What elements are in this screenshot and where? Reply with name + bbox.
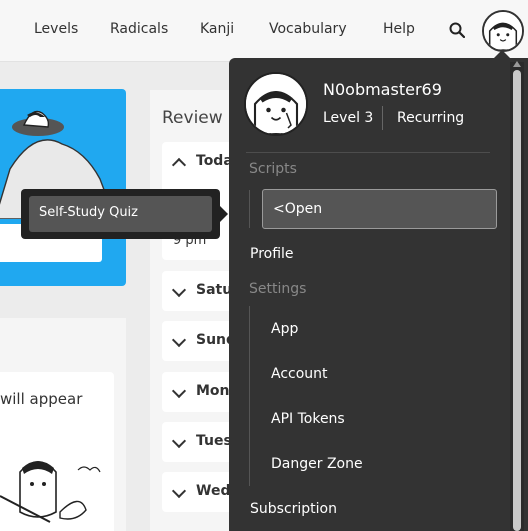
review-forecast-heading: Review F (162, 108, 238, 128)
dropdown-separator (246, 152, 490, 153)
nav-help[interactable]: Help (383, 21, 415, 37)
dropdown-username: N0obmaster69 (323, 80, 442, 99)
settings-api-tokens-link[interactable]: API Tokens (271, 411, 345, 427)
avatar-crabigator-icon (484, 12, 522, 50)
chevron-down-icon (171, 383, 187, 399)
settings-account-link[interactable]: Account (271, 366, 328, 382)
tooltip-body: Self-Study Quiz (29, 196, 212, 232)
subscription-link[interactable]: Subscription (250, 501, 337, 517)
settings-heading: Settings (249, 281, 307, 297)
chevron-down-icon (171, 282, 187, 298)
forecast-empty-text: will appear (0, 390, 83, 408)
settings-guide-line (249, 306, 250, 486)
chevron-down-icon (171, 483, 187, 499)
scripts-guide-line (249, 190, 250, 228)
chevron-up-icon (171, 157, 187, 173)
dropdown-avatar (244, 72, 308, 136)
search-icon[interactable] (449, 22, 465, 38)
settings-app-link[interactable]: App (271, 321, 298, 337)
avatar-crabigator-icon (246, 74, 306, 134)
scripts-open-input[interactable] (262, 189, 497, 229)
user-avatar[interactable] (482, 10, 524, 52)
chevron-down-icon (171, 332, 187, 348)
settings-danger-zone-link[interactable]: Danger Zone (271, 456, 363, 472)
dropdown-divider (382, 106, 383, 130)
nav-levels[interactable]: Levels (34, 21, 78, 37)
scripts-heading: Scripts (249, 161, 297, 177)
sweeping-crabigator-icon (0, 461, 101, 523)
nav-radicals[interactable]: Radicals (110, 21, 168, 37)
tooltip-text: Self-Study Quiz (39, 205, 138, 220)
scroll-up-arrow-icon[interactable] (513, 61, 521, 67)
tooltip-arrow (220, 206, 228, 222)
nav-kanji[interactable]: Kanji (200, 21, 234, 37)
dropdown-level: Level 3 (323, 110, 374, 126)
dropdown-scrollbar-thumb[interactable] (513, 70, 521, 531)
nav-vocabulary[interactable]: Vocabulary (269, 21, 347, 37)
subscription-status: Recurring (397, 110, 465, 126)
chevron-down-icon (171, 433, 187, 449)
self-study-quiz-tooltip: Self-Study Quiz (21, 189, 220, 239)
top-navbar: Levels Radicals Kanji Vocabulary Help (0, 0, 528, 62)
profile-link[interactable]: Profile (250, 246, 294, 262)
